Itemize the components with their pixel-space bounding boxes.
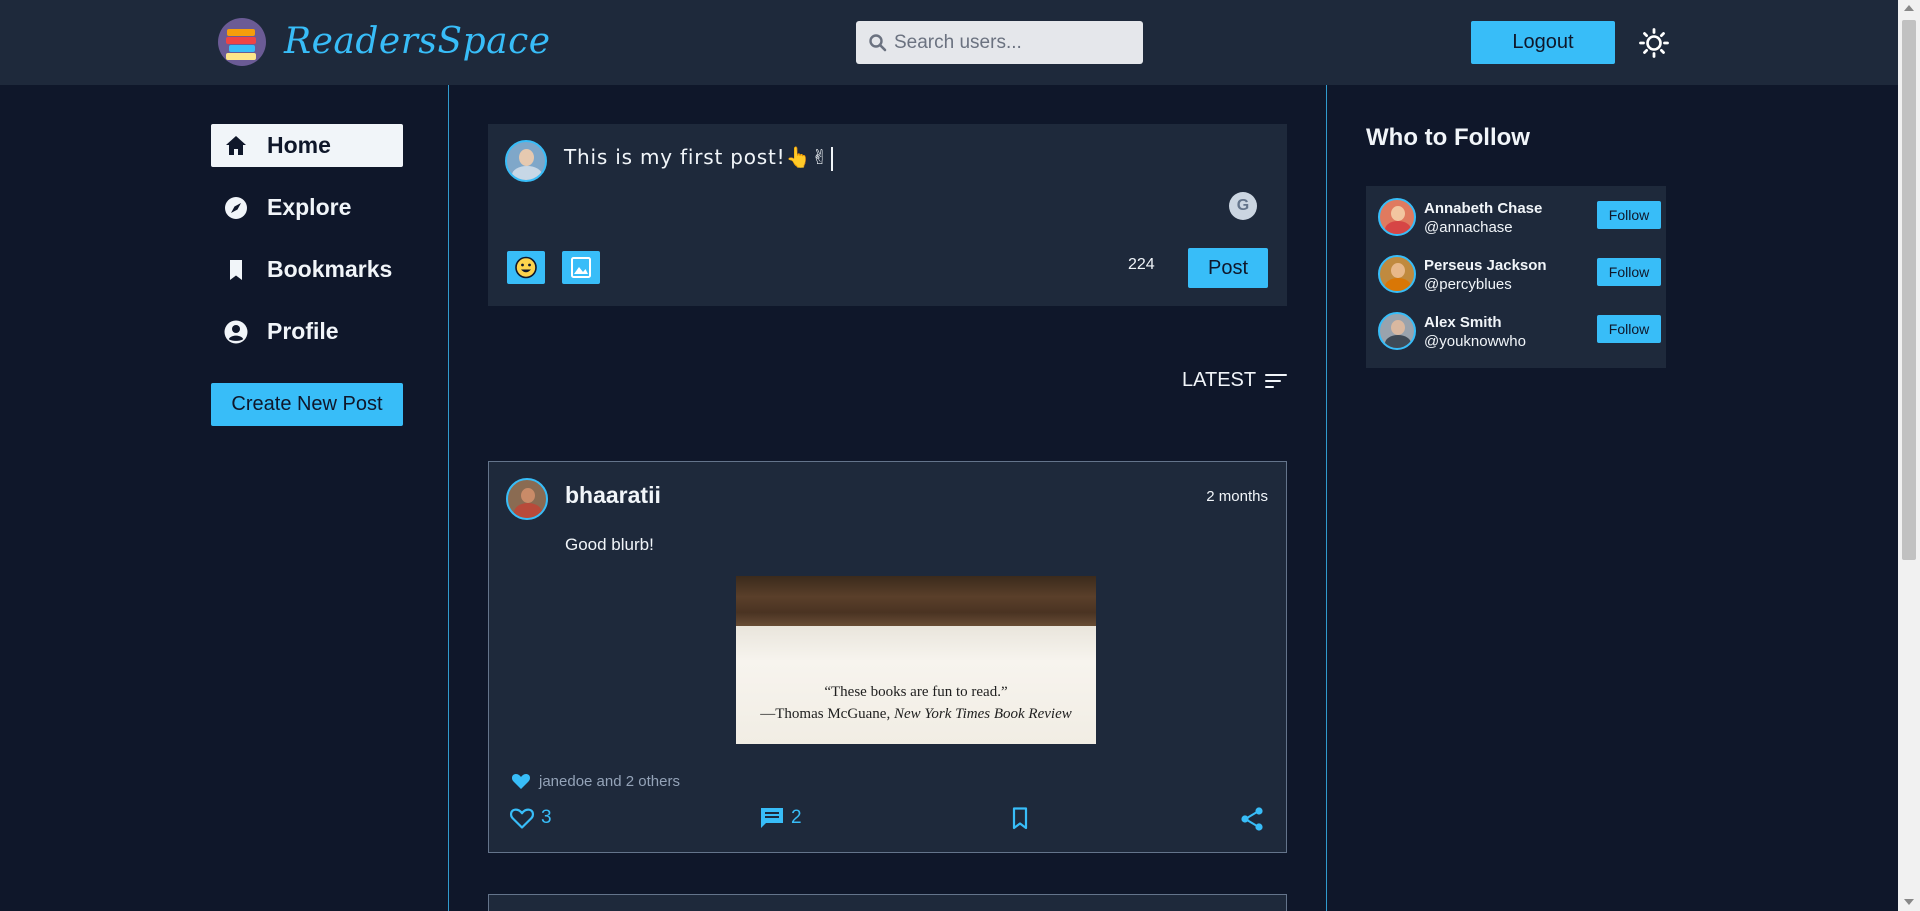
image-attribution-text: —Thomas McGuane, New York Times Book Rev… <box>736 706 1096 723</box>
emoji-button[interactable] <box>507 251 545 284</box>
suggestion-name[interactable]: Annabeth Chase <box>1424 200 1542 217</box>
user-circle-icon <box>224 320 248 343</box>
scrollbar-thumb[interactable] <box>1902 20 1916 560</box>
follow-button[interactable]: Follow <box>1597 258 1661 286</box>
comment-count: 2 <box>791 807 802 828</box>
nav-item-profile[interactable]: Profile <box>211 310 403 353</box>
avatar[interactable] <box>1378 312 1416 350</box>
liked-by-text: janedoe and 2 others <box>539 772 680 790</box>
suggestion-handle: @youknowwho <box>1424 333 1526 350</box>
user-search[interactable] <box>856 21 1143 64</box>
next-post-card <box>488 894 1287 911</box>
create-post-button[interactable]: Create New Post <box>211 383 403 426</box>
avatar[interactable] <box>505 140 547 182</box>
comment-icon <box>761 808 783 828</box>
nav-label: Profile <box>267 318 339 344</box>
post-button[interactable]: Post <box>1188 248 1268 288</box>
emoji-icon <box>515 256 537 279</box>
image-icon <box>571 257 591 278</box>
scroll-down-icon[interactable] <box>1904 899 1914 905</box>
heart-filled-icon <box>511 773 531 789</box>
brand-name[interactable]: ReadersSpace <box>284 18 551 66</box>
avatar[interactable] <box>506 478 548 520</box>
post-composer: This is my first post!👆✌ G 224 Post <box>488 124 1287 306</box>
compass-icon <box>225 196 247 219</box>
grammarly-icon[interactable]: G <box>1229 192 1257 220</box>
follow-suggestion: Annabeth Chase @annachase Follow <box>1378 198 1661 238</box>
share-icon[interactable] <box>1239 806 1265 832</box>
suggestion-name[interactable]: Perseus Jackson <box>1424 257 1547 274</box>
image-quote-text: “These books are fun to read.” <box>824 684 1008 700</box>
post-image[interactable]: “These books are fun to read.” —Thomas M… <box>736 576 1096 744</box>
image-wood-background <box>736 576 1096 628</box>
bookmark-outline-icon[interactable] <box>1007 806 1033 830</box>
follow-suggestion: Perseus Jackson @percyblues Follow <box>1378 255 1661 295</box>
nav-label: Home <box>267 132 331 158</box>
post-textarea[interactable]: This is my first post!👆✌ <box>564 142 1164 172</box>
like-button[interactable]: 3 <box>509 806 552 830</box>
sort-label: LATEST <box>1182 369 1257 391</box>
character-count: 224 <box>1128 256 1155 273</box>
home-icon <box>226 135 246 155</box>
top-header: ReadersSpace Logout <box>0 0 1898 85</box>
post-content: Good blurb! <box>565 535 654 554</box>
image-upload-button[interactable] <box>562 251 600 284</box>
suggestion-handle: @percyblues <box>1424 276 1512 293</box>
follow-suggestion: Alex Smith @youknowwho Follow <box>1378 312 1661 352</box>
liked-by[interactable]: janedoe and 2 others <box>511 772 680 790</box>
search-input[interactable] <box>894 21 1134 64</box>
suggestion-name[interactable]: Alex Smith <box>1424 314 1502 331</box>
nav-label: Bookmarks <box>267 256 393 282</box>
heart-outline-icon <box>509 808 535 829</box>
image-attribution-source: New York Times Book Review <box>893 706 1072 722</box>
avatar[interactable] <box>1378 198 1416 236</box>
right-divider <box>1326 85 1327 911</box>
text-caret <box>830 146 833 171</box>
follow-button[interactable]: Follow <box>1597 315 1661 343</box>
nav-label: Explore <box>267 194 352 220</box>
comment-button[interactable]: 2 <box>759 806 802 830</box>
like-count: 3 <box>541 807 552 828</box>
who-to-follow-title: Who to Follow <box>1366 124 1530 151</box>
sun-icon[interactable] <box>1638 27 1670 59</box>
sort-latest[interactable]: LATEST <box>1182 369 1288 392</box>
page-scrollbar[interactable] <box>1898 0 1920 911</box>
nav-item-explore[interactable]: Explore <box>211 186 403 229</box>
logout-button[interactable]: Logout <box>1471 21 1615 64</box>
suggestion-handle: @annachase <box>1424 219 1513 236</box>
nav-item-bookmarks[interactable]: Bookmarks <box>211 248 403 291</box>
who-to-follow-list: Annabeth Chase @annachase Follow Perseus… <box>1366 186 1666 368</box>
nav-item-home[interactable]: Home <box>211 124 403 167</box>
bookmark-icon <box>230 259 242 280</box>
scroll-up-icon[interactable] <box>1904 5 1914 11</box>
sort-icon <box>1265 373 1288 388</box>
search-icon <box>869 34 887 52</box>
left-divider <box>448 85 449 911</box>
post-timestamp: 2 months <box>1206 488 1268 505</box>
brand-logo[interactable] <box>218 18 266 66</box>
composer-text: This is my first post!👆✌ <box>564 145 829 169</box>
avatar[interactable] <box>1378 255 1416 293</box>
post-username[interactable]: bhaaratii <box>565 482 661 509</box>
follow-button[interactable]: Follow <box>1597 201 1661 229</box>
image-attribution-prefix: —Thomas McGuane, <box>760 706 894 722</box>
post-card: bhaaratii 2 months Good blurb! “These bo… <box>488 461 1287 853</box>
